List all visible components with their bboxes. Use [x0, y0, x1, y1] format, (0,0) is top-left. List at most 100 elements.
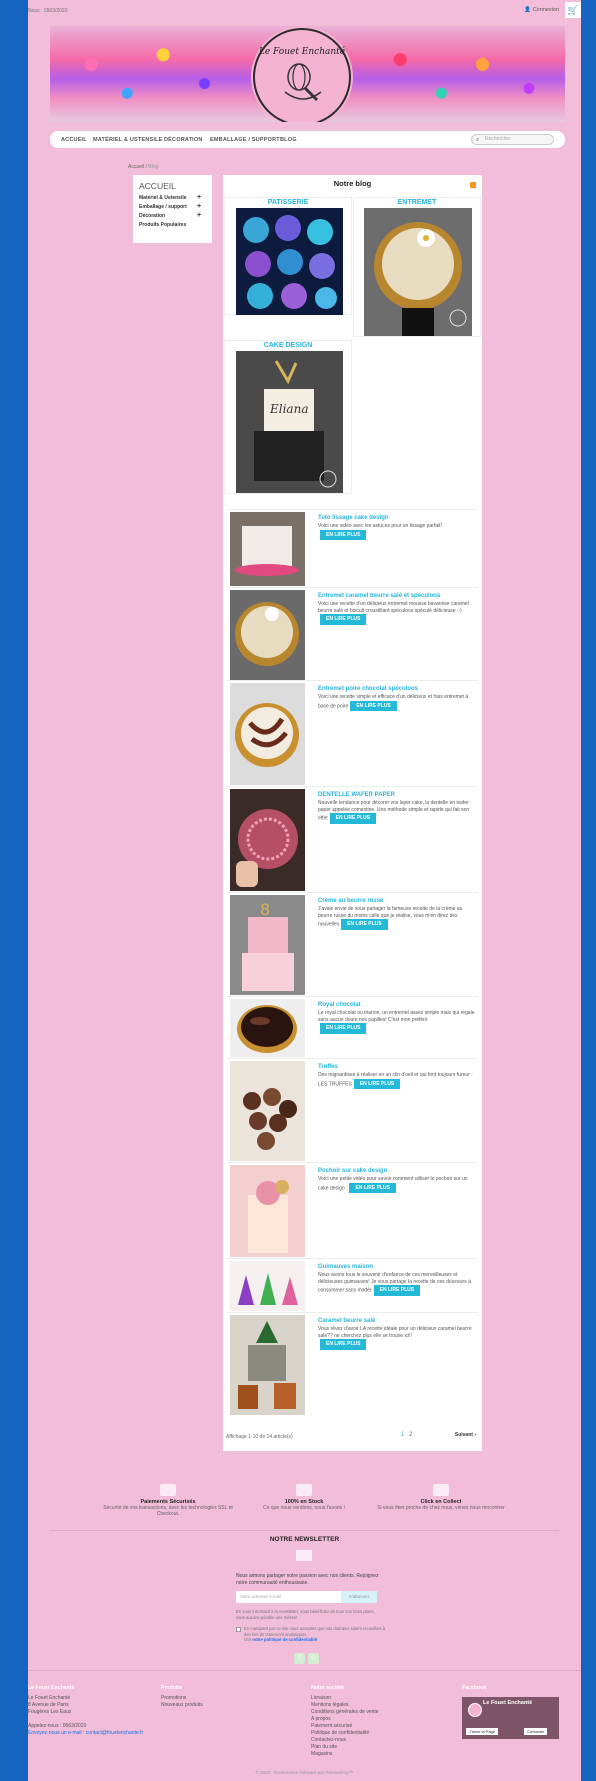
post-thumbnail[interactable] [230, 512, 305, 586]
post-title[interactable]: Crème au beurre russe [318, 898, 383, 904]
newsletter-email-input[interactable]: Votre adresse e-mail [236, 1591, 341, 1603]
post-excerpt: Voici une petite vidéo pour savoir comme… [318, 1176, 468, 1193]
footer-heading: Produits [161, 1685, 183, 1691]
footer-company: Notre société Livraison Mentions légales… [311, 1685, 421, 1758]
search-icon[interactable]: ⌕ [476, 136, 479, 145]
reassurance-collect: Click en Collect Si vous êtes proche de … [371, 1484, 511, 1511]
footer-heading: Notre société [311, 1685, 344, 1691]
post-title[interactable]: Entremet caramel beurre salé et spéculoo… [318, 593, 440, 599]
read-more-button[interactable]: EN LIRE PLUS [320, 1023, 367, 1034]
facebook-like-button[interactable]: J'aime la Page [466, 1728, 499, 1735]
category-entremet[interactable]: ENTREMET [353, 197, 481, 337]
read-more-button[interactable]: EN LIRE PLUS [353, 1078, 401, 1089]
site-logo[interactable]: Le Fouet Enchanté [253, 28, 351, 122]
post-thumbnail[interactable] [230, 789, 305, 891]
read-more-button[interactable]: EN LIRE PLUS [341, 919, 388, 930]
reassurance-payment: Paiements Sécurisés Sécurité de vos tran… [98, 1484, 238, 1517]
footer-heading: Le Fouet Enchanté [28, 1685, 75, 1691]
footer-store-info: Le Fouet Enchanté Le Fouet Enchanté 8 Av… [28, 1685, 148, 1737]
nav-emballage[interactable]: EMBALLAGE / SUPPORT [210, 137, 280, 143]
footer-link[interactable]: Livraison [311, 1695, 421, 1702]
post-title[interactable]: Pochoir sur cake design [318, 1168, 387, 1174]
read-more-button[interactable]: EN LIRE PLUS [320, 614, 367, 625]
page-2-link[interactable]: 2 [409, 1432, 412, 1438]
breadcrumb: Accueil / Blog [128, 164, 158, 170]
next-page-link[interactable]: Suivant › [455, 1432, 476, 1438]
login-label: Connexion [532, 7, 559, 13]
post-thumbnail[interactable] [230, 1315, 305, 1415]
newsletter-text: Nous aimons partager notre passion avec … [236, 1573, 379, 1586]
post-title[interactable]: Tuto lissage cake design [318, 515, 389, 521]
sidebar-item-materiel[interactable]: Matériel & Ustensile + [139, 194, 206, 201]
post-thumbnail[interactable]: 8 [230, 895, 305, 995]
post-excerpt: Voici une vidéo avec les astuces pour un… [318, 523, 476, 540]
nav-accueil[interactable]: ACCUEIL [61, 137, 87, 143]
footer-link[interactable]: Conditions générales de vente [311, 1709, 421, 1716]
post-excerpt: Voici une recette d'un délicieux entreme… [318, 601, 476, 625]
post-title[interactable]: Caramel beurre salé [318, 1318, 375, 1324]
sidebar-title[interactable]: ACCUEIL [139, 181, 206, 191]
footer-link[interactable]: Magasins [311, 1751, 421, 1758]
footer-link[interactable]: Contactez-nous [311, 1737, 421, 1744]
facebook-page-title[interactable]: Le Fouet Enchanté [483, 1700, 532, 1706]
footer-link[interactable]: Politique de confidentialité [311, 1730, 421, 1737]
login-link[interactable]: 👤 Connexion [524, 7, 559, 13]
nav-decoration[interactable]: DÉCORATION [164, 137, 203, 143]
newsletter-subscribe-button[interactable]: S'abonner [341, 1591, 377, 1603]
post-thumbnail[interactable] [230, 1165, 305, 1257]
privacy-policy-link[interactable]: notre politique de confidentialité [252, 1637, 317, 1642]
category-patisserie[interactable]: PATISSERIE [224, 197, 352, 315]
read-more-button[interactable]: EN LIRE PLUS [329, 813, 377, 824]
nav-blog[interactable]: BLOG [280, 137, 297, 143]
post-excerpt: J'avais envie de vous partager la fameus… [318, 906, 463, 930]
facebook-contact-button[interactable]: Contacter [524, 1728, 548, 1735]
rss-icon[interactable] [470, 182, 476, 188]
post-thumbnail[interactable] [230, 683, 305, 785]
page: Nous : 0563/2020 👤 Connexion 🛒 Le Fouet … [28, 0, 581, 1781]
copyright[interactable]: © 2020 - Ecommerce software par PrestaSh… [28, 1770, 581, 1775]
footer-link[interactable]: Plan du site [311, 1744, 421, 1751]
cart-icon[interactable]: 🛒 [565, 2, 581, 18]
post-title[interactable]: DENTELLE WAFER PAPER [318, 792, 395, 798]
post-thumbnail[interactable] [230, 999, 305, 1057]
consent-checkbox[interactable] [236, 1627, 241, 1632]
post-title[interactable]: Truffes [318, 1064, 338, 1070]
footer-link[interactable]: Nouveaux produits [161, 1702, 261, 1709]
facebook-icon[interactable]: f [294, 1653, 305, 1664]
footer-link[interactable]: Paiement sécurisé [311, 1723, 421, 1730]
read-more-button[interactable]: EN LIRE PLUS [320, 529, 367, 540]
plus-icon[interactable]: + [197, 194, 201, 201]
footer-email-link[interactable]: Envoyez-nous un e-mail : contact@foueten… [28, 1730, 148, 1737]
topbar-phone: Nous : 0563/2020 [28, 8, 68, 14]
page-1-link[interactable]: 1 [401, 1432, 404, 1438]
category-cake-design[interactable]: CAKE DESIGN Eliana [224, 340, 352, 494]
reassurance-text: Si vous êtes proche de chez nous, venez … [377, 1505, 505, 1511]
breadcrumb-home[interactable]: Accueil [128, 164, 144, 170]
category-name: PATISSERIE [267, 199, 309, 206]
post-thumbnail[interactable] [230, 1261, 305, 1311]
newsletter-consent: En marquant par ce site vous acceptez qu… [236, 1626, 386, 1643]
instagram-icon[interactable]: ◎ [308, 1653, 319, 1664]
read-more-button[interactable]: EN LIRE PLUS [350, 700, 397, 711]
footer-link[interactable]: Promotions [161, 1695, 261, 1702]
post-title[interactable]: Guimauves maison [318, 1264, 373, 1270]
read-more-button[interactable]: EN LIRE PLUS [349, 1182, 396, 1193]
footer-link[interactable]: Mentions légales [311, 1702, 421, 1709]
facebook-widget[interactable]: Le Fouet Enchanté J'aime la Page Contact… [462, 1697, 559, 1739]
post-title[interactable]: Entremet poire chocolat spéculoos [318, 686, 418, 692]
sidebar-item-emballage[interactable]: Emballage / support + [139, 203, 206, 210]
nav-materiel[interactable]: MATÉRIEL & USTENSILE [93, 137, 163, 143]
sidebar-item-populaires[interactable]: Produits Populaires [139, 222, 206, 228]
sidebar-item-decoration[interactable]: Décoration + [139, 212, 206, 219]
plus-icon[interactable]: + [197, 212, 201, 219]
read-more-button[interactable]: EN LIRE PLUS [373, 1285, 421, 1296]
post-thumbnail[interactable] [230, 590, 305, 680]
footer-link[interactable]: A propos [311, 1716, 421, 1723]
category-image: Eliana [236, 351, 343, 493]
post-title[interactable]: Royal chocolat [318, 1002, 361, 1008]
read-more-button[interactable]: EN LIRE PLUS [320, 1339, 367, 1350]
post-thumbnail[interactable] [230, 1061, 305, 1161]
category-name: ENTREMET [397, 199, 437, 206]
search-input[interactable]: ⌕ Rechercher [471, 134, 554, 145]
plus-icon[interactable]: + [197, 203, 201, 210]
